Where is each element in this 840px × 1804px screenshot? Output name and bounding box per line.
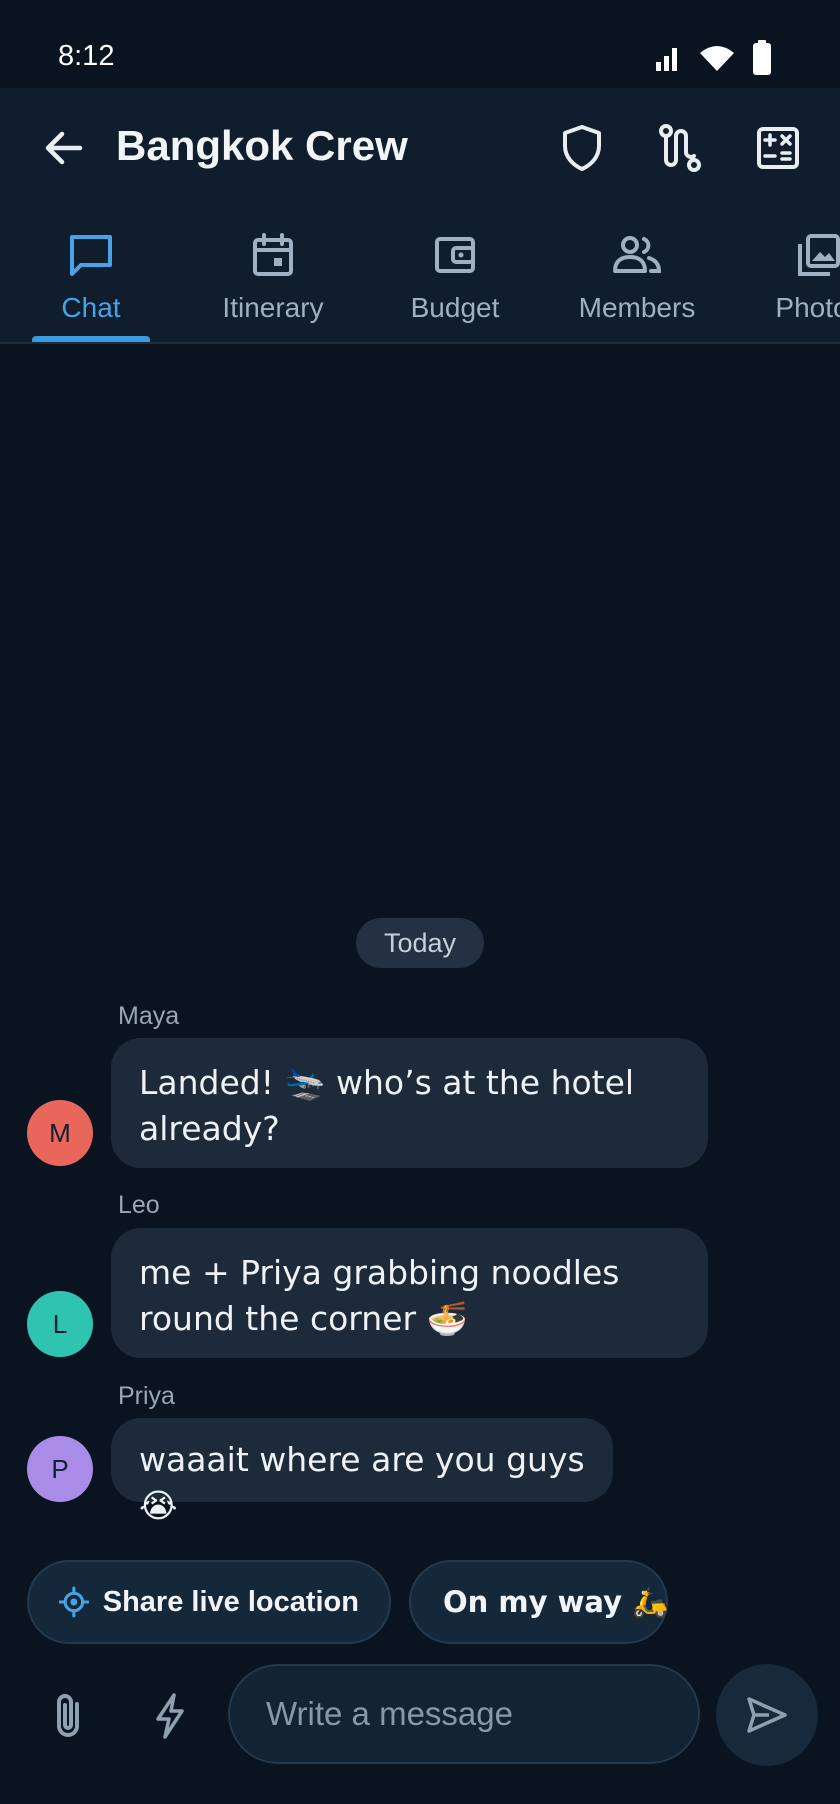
people-icon bbox=[613, 236, 662, 273]
tab-bar: Chat Itinerary Budget Members Phot bbox=[0, 218, 840, 344]
signal-icon bbox=[656, 48, 677, 71]
sender-name: Priya bbox=[118, 1382, 175, 1410]
tab-label: Budget bbox=[410, 292, 500, 323]
status-time: 8:12 bbox=[58, 40, 115, 72]
lightning-icon bbox=[156, 1693, 184, 1739]
paperclip-icon bbox=[57, 1694, 79, 1737]
tab-budget[interactable]: Budget bbox=[365, 228, 545, 338]
date-divider: Today bbox=[356, 918, 484, 968]
wallet-icon bbox=[435, 237, 475, 273]
sender-name: Leo bbox=[118, 1191, 160, 1219]
tab-label: Itinerary bbox=[222, 292, 324, 323]
tab-itinerary[interactable]: Itinerary bbox=[183, 228, 363, 338]
app-bar: Bangkok Crew Chat Itinerary Budget Membe… bbox=[0, 88, 840, 344]
photo-library-icon bbox=[798, 234, 840, 276]
wifi-icon bbox=[700, 46, 734, 71]
message-bubble[interactable]: Landed! 🛬 who’s at the hotel already? bbox=[111, 1038, 708, 1168]
avatar[interactable]: P bbox=[27, 1436, 93, 1502]
message-bubble[interactable]: waaait where are you guys 😭 bbox=[111, 1418, 613, 1525]
route-icon bbox=[659, 124, 701, 172]
attach-button[interactable] bbox=[38, 1686, 98, 1746]
chip-label: On my way 🛵 bbox=[443, 1584, 669, 1619]
send-button[interactable] bbox=[716, 1664, 818, 1766]
chat-bubble-icon bbox=[70, 235, 112, 276]
tab-label: Photos bbox=[775, 292, 840, 323]
message-text: waaait where are you guys 😭 bbox=[139, 1440, 585, 1525]
on-my-way-chip[interactable]: On my way 🛵 bbox=[409, 1560, 668, 1644]
send-icon bbox=[747, 1697, 787, 1733]
back-button[interactable] bbox=[36, 120, 92, 176]
shield-icon bbox=[563, 125, 601, 171]
chip-label: Share live location bbox=[102, 1585, 359, 1618]
sender-name: Maya bbox=[118, 1002, 180, 1030]
location-target-icon bbox=[59, 1586, 89, 1618]
tab-photos[interactable]: Photos bbox=[729, 228, 840, 338]
status-icons bbox=[654, 40, 772, 76]
route-button[interactable] bbox=[650, 118, 710, 178]
tab-members[interactable]: Members bbox=[547, 228, 727, 338]
avatar-initial: M bbox=[49, 1117, 71, 1148]
avatar-initial: L bbox=[52, 1308, 68, 1339]
chat-title: Bangkok Crew bbox=[116, 122, 408, 169]
battery-icon bbox=[753, 40, 771, 75]
avatar[interactable]: L bbox=[27, 1291, 93, 1357]
message-input[interactable] bbox=[228, 1664, 700, 1764]
avatar-initial: P bbox=[51, 1453, 69, 1484]
safety-button[interactable] bbox=[552, 118, 612, 178]
avatar[interactable]: M bbox=[27, 1100, 93, 1166]
calculator-icon bbox=[757, 127, 799, 169]
status-bar: 8:12 bbox=[0, 0, 840, 88]
tab-label: Members bbox=[578, 292, 696, 323]
tab-label: Chat bbox=[61, 292, 121, 323]
message-text: me + Priya grabbing noodles round the co… bbox=[139, 1253, 620, 1338]
tab-chat[interactable]: Chat bbox=[1, 228, 181, 338]
arrow-back-icon bbox=[45, 131, 83, 165]
active-tab-indicator bbox=[32, 336, 150, 342]
calculator-button[interactable] bbox=[748, 118, 808, 178]
calendar-icon bbox=[253, 233, 293, 276]
message-text: Landed! 🛬 who’s at the hotel already? bbox=[139, 1063, 635, 1148]
share-location-chip[interactable]: Share live location bbox=[27, 1560, 391, 1644]
message-bubble[interactable]: me + Priya grabbing noodles round the co… bbox=[111, 1228, 708, 1358]
quick-actions-button[interactable] bbox=[140, 1686, 200, 1746]
